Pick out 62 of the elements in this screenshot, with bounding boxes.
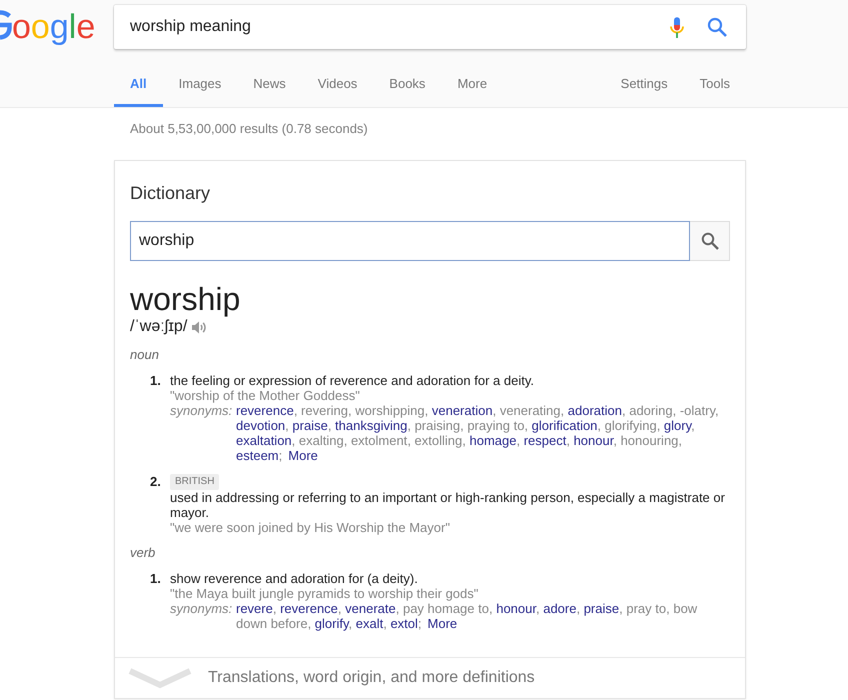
synonym-link[interactable]: devotion [236, 418, 286, 433]
synonym-link[interactable]: exalt [356, 616, 384, 631]
tab[interactable]: Images [162, 67, 238, 107]
synonym-link[interactable]: veneration [432, 403, 493, 418]
more-link[interactable]: More [428, 616, 458, 631]
more-definitions-button[interactable]: Translations, word origin, and more definitions [115, 657, 745, 698]
synonym-link[interactable]: respect [524, 433, 566, 448]
synonym-link[interactable]: praise [292, 418, 328, 433]
synonym-link[interactable]: venerate [345, 601, 396, 616]
synonym-link[interactable]: revere [236, 601, 273, 616]
example-text: "the Maya built jungle pyramids to worship their gods" [170, 586, 478, 601]
synonym-link[interactable]: reverence [236, 403, 294, 418]
synonym-link[interactable]: thanksgiving [335, 418, 408, 433]
part-of-speech-label: noun [130, 347, 160, 363]
more-link[interactable]: More [288, 448, 318, 463]
synonym-link[interactable]: honour [574, 433, 614, 448]
synonym-link[interactable]: extol [390, 616, 418, 631]
section-title: Dictionary [130, 182, 212, 205]
definition-text: used in addressing or referring to an important or high-ranking person, especially a magistrate or mayor. [170, 490, 726, 520]
synonym-link[interactable]: glory [664, 418, 692, 433]
definition-number: 2. [150, 474, 162, 489]
tab[interactable]: News [237, 67, 302, 107]
part-of-speech-label: verb [130, 545, 156, 561]
speaker-icon[interactable] [192, 320, 208, 334]
synonyms-label: synonyms: [170, 601, 234, 616]
synonym-link[interactable]: esteem [236, 448, 279, 463]
menu-link[interactable]: Tools [684, 67, 746, 107]
logo-text[interactable]: oogle [12, 7, 96, 47]
usage-tag: BRITISH [170, 474, 220, 490]
synonym-link[interactable]: adoration [568, 403, 622, 418]
chevron-down-icon [128, 667, 192, 689]
synonym-link[interactable]: exaltation [236, 433, 292, 448]
synonyms-label: synonyms: [170, 403, 234, 418]
result-stats-text: About 5,53,00,000 results (0.78 seconds) [129, 120, 369, 137]
tab[interactable]: More [441, 67, 504, 107]
search-button[interactable] [690, 221, 730, 261]
tab[interactable]: Videos [302, 67, 374, 107]
microphone-icon[interactable] [670, 16, 684, 38]
search-icon[interactable] [707, 17, 727, 37]
search-field[interactable]: worship meaning [114, 5, 746, 49]
synonym-link[interactable]: reverence [280, 601, 338, 616]
synonym-link[interactable]: praise [584, 601, 620, 616]
pronunciation-text: /ˈwəːʃɪp/ [130, 317, 188, 337]
synonym-link[interactable]: glorification [532, 418, 598, 433]
tab[interactable]: Books [373, 67, 442, 107]
definition-text: the feeling or expression of reverence and adoration for a deity. [170, 373, 534, 388]
search-icon [700, 232, 718, 250]
synonyms-list: reverence, revering, worshipping, veneration, venerating, adoration, adoring, -olatry, devotion, praise, thanksgiving, praising, praying to, glorification, glorifying, glory, exaltation, exalting, extolment, extolling, homage, respect, honour, honouring, esteem; More [236, 403, 730, 463]
synonym-link[interactable]: glorify [314, 616, 349, 631]
example-text: "worship of the Mother Goddess" [170, 388, 360, 403]
logo-arc-icon [0, 10, 12, 40]
synonym-link[interactable]: homage [469, 433, 516, 448]
synonyms-list: revere, reverence, venerate, pay homage to, honour, adore, praise, pray to, bow down before, glorify, exalt, extol; More [236, 601, 730, 631]
example-text: "we were soon joined by His Worship the Mayor" [170, 520, 450, 535]
synonym-link[interactable]: adore [543, 601, 576, 616]
definition-number: 1. [150, 571, 162, 586]
menu-link[interactable]: Settings [604, 67, 684, 107]
definition-text: show reverence and adoration for (a deity). [170, 571, 418, 586]
dictionary-search-field[interactable]: worship [130, 221, 690, 261]
definition-number: 1. [150, 373, 162, 388]
synonym-link[interactable]: honour [496, 601, 536, 616]
headword: worship [130, 281, 242, 317]
